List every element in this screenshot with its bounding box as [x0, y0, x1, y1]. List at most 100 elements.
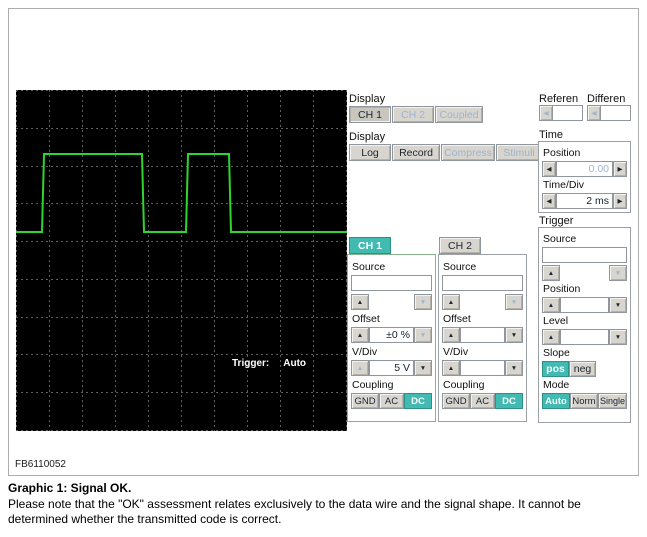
trigger-source-up-button[interactable]: ▲	[542, 265, 560, 281]
trigger-level-up-button[interactable]: ▲	[542, 329, 560, 345]
down-arrow-icon: ▼	[510, 364, 518, 372]
time-div-field: 2 ms	[556, 193, 613, 209]
chevron-down-icon: ▼	[419, 298, 427, 306]
coupled-display-button[interactable]: Coupled	[435, 106, 483, 123]
tab-ch2[interactable]: CH 2	[439, 237, 481, 254]
display-channels-label: Display	[349, 93, 386, 105]
slope-pos-button[interactable]: pos	[542, 361, 569, 377]
ch1-source-input[interactable]	[351, 275, 432, 291]
record-button[interactable]: Record	[392, 144, 440, 161]
ch2-offset-up-button[interactable]: ▲	[442, 327, 460, 343]
down-arrow-icon: ▼	[419, 364, 427, 372]
left-arrow-icon: ◀	[591, 110, 597, 117]
difference-left-button[interactable]: ◀	[587, 105, 601, 121]
down-arrow-icon: ▼	[614, 333, 622, 341]
ch2-coupling-row: GND AC DC	[442, 393, 523, 409]
ch2-vdiv-field	[460, 360, 505, 376]
trigger-source-input[interactable]	[542, 247, 627, 263]
trigger-section-label: Trigger	[539, 215, 574, 227]
ch2-vdiv-down-button[interactable]: ▼	[505, 360, 523, 376]
trigger-position-down-button[interactable]: ▼	[609, 297, 627, 313]
trigger-level-row: ▲ ▼	[542, 329, 627, 345]
ch2-vdiv-row: ▲ ▼	[442, 360, 523, 376]
time-div-right-button[interactable]: ▶	[613, 193, 627, 209]
ch2-source-label: Source	[443, 261, 477, 273]
down-arrow-icon: ▼	[419, 331, 427, 339]
ch1-gnd-button[interactable]: GND	[351, 393, 379, 409]
trigger-level-down-button[interactable]: ▼	[609, 329, 627, 345]
trigger-position-label: Position	[543, 283, 581, 295]
ch2-source-input[interactable]	[442, 275, 523, 291]
ch2-offset-row: ▲ ▼	[442, 327, 523, 343]
ch2-offset-field	[460, 327, 505, 343]
trigger-panel: Source ▲ ▼ Position ▲ ▼ Level ▲ ▼ Slope	[538, 227, 631, 423]
trigger-level-field	[560, 329, 609, 345]
trigger-position-row: ▲ ▼	[542, 297, 627, 313]
right-arrow-icon: ▶	[617, 166, 623, 173]
ch1-vdiv-label: V/Div	[352, 346, 378, 358]
ch1-dc-button[interactable]: DC	[404, 393, 432, 409]
trigger-mode-label: Mode	[543, 379, 570, 391]
ch2-offset-down-button[interactable]: ▼	[505, 327, 523, 343]
up-arrow-icon: ▲	[547, 301, 555, 309]
ch1-source-up-button[interactable]: ▲	[351, 294, 369, 310]
time-position-right-button[interactable]: ▶	[613, 161, 627, 177]
chevron-down-icon: ▼	[614, 269, 622, 277]
ch2-coupling-label: Coupling	[443, 379, 485, 391]
time-section-label: Time	[539, 129, 564, 141]
reference-left-button[interactable]: ◀	[539, 105, 553, 121]
figure-code: FB6110052	[15, 459, 66, 470]
ch1-vdiv-row: ▲ 5 V ▼	[351, 360, 432, 376]
ch1-display-button[interactable]: CH 1	[349, 106, 391, 123]
mode-norm-button[interactable]: Norm	[570, 393, 598, 409]
ch2-vdiv-up-button[interactable]: ▲	[442, 360, 460, 376]
ch1-offset-row: ▲ ±0 % ▼	[351, 327, 432, 343]
log-button[interactable]: Log	[349, 144, 391, 161]
ch2-source-dropdown-button[interactable]: ▼	[505, 294, 523, 310]
ch1-coupling-label: Coupling	[352, 379, 394, 391]
mode-single-button[interactable]: Single	[598, 393, 627, 409]
ch2-source-spinner-row: ▲ ▼	[442, 294, 523, 310]
display-modes-label: Display	[349, 131, 386, 143]
time-position-field: 0.00	[556, 161, 613, 177]
left-arrow-icon: ◀	[546, 198, 552, 205]
difference-spinner: ◀	[587, 105, 631, 121]
reference-spinner: ◀	[539, 105, 583, 121]
ch2-gnd-button[interactable]: GND	[442, 393, 470, 409]
caption: Graphic 1: Signal OK. Please note that t…	[8, 481, 643, 526]
difference-field	[601, 105, 631, 121]
trigger-slope-label: Slope	[543, 347, 570, 359]
compress-button[interactable]: Compress	[441, 144, 495, 161]
ch2-display-button[interactable]: CH 2	[392, 106, 434, 123]
reference-label: Referen	[539, 93, 579, 105]
ch2-offset-label: Offset	[443, 313, 471, 325]
trigger-position-field	[560, 297, 609, 313]
trigger-position-up-button[interactable]: ▲	[542, 297, 560, 313]
scope-grid-and-trace	[16, 90, 347, 431]
ch1-vdiv-up-button[interactable]: ▲	[351, 360, 369, 376]
trigger-source-dropdown-button[interactable]: ▼	[609, 265, 627, 281]
ch1-offset-up-button[interactable]: ▲	[351, 327, 369, 343]
stimuli-button[interactable]: Stimuli	[496, 144, 542, 161]
tab-ch1[interactable]: CH 1	[349, 237, 391, 254]
trigger-level-label: Level	[543, 315, 569, 327]
up-arrow-icon: ▲	[547, 269, 555, 277]
ch1-offset-down-button[interactable]: ▼	[414, 327, 432, 343]
time-position-label: Position	[543, 147, 581, 159]
ch1-ac-button[interactable]: AC	[379, 393, 404, 409]
ch2-dc-button[interactable]: DC	[495, 393, 523, 409]
trigger-slope-row: pos neg	[542, 361, 627, 377]
caption-body: Please note that the "OK" assessment rel…	[8, 497, 581, 526]
page: Trigger: Auto Display CH 1 CH 2 Coupled …	[0, 0, 647, 537]
ch1-source-dropdown-button[interactable]: ▼	[414, 294, 432, 310]
ch1-panel: Source ▲ ▼ Offset ▲ ±0 % ▼ V/Div ▲ 5 V ▼…	[347, 254, 436, 422]
time-div-left-button[interactable]: ◀	[542, 193, 556, 209]
slope-neg-button[interactable]: neg	[569, 361, 596, 377]
ch2-ac-button[interactable]: AC	[470, 393, 495, 409]
mode-auto-button[interactable]: Auto	[542, 393, 570, 409]
time-position-left-button[interactable]: ◀	[542, 161, 556, 177]
up-arrow-icon: ▲	[356, 364, 364, 372]
ch2-source-up-button[interactable]: ▲	[442, 294, 460, 310]
ch1-source-spinner-row: ▲ ▼	[351, 294, 432, 310]
ch1-vdiv-down-button[interactable]: ▼	[414, 360, 432, 376]
